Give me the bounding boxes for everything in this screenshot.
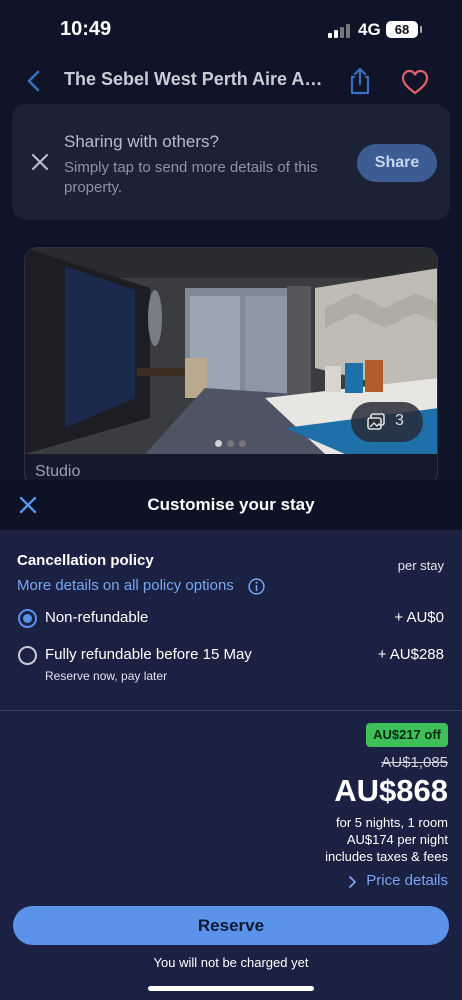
discount-badge: AU$217 off <box>366 723 448 747</box>
customise-header: Customise your stay <box>0 480 462 530</box>
stay-summary: for 5 nights, 1 room <box>336 815 448 830</box>
option-label: Fully refundable before 15 May <box>45 646 252 663</box>
property-title: The Sebel West Perth Aire Apar... <box>64 69 332 89</box>
radio-selected[interactable] <box>18 609 37 628</box>
per-stay-label: per stay <box>397 558 444 573</box>
status-time: 10:49 <box>60 18 112 40</box>
signal-icon <box>328 24 352 38</box>
gallery-icon <box>367 413 385 430</box>
share-button[interactable]: Share <box>357 144 437 182</box>
reserve-button[interactable]: Reserve <box>13 906 449 945</box>
heart-icon[interactable] <box>400 68 430 96</box>
more-details-link[interactable]: More details on all policy options <box>17 577 234 594</box>
customise-title: Customise your stay <box>147 495 315 514</box>
network-label: 4G <box>358 20 381 39</box>
original-price: AU$1,085 <box>381 754 448 771</box>
page-dot <box>227 440 234 447</box>
nightly-price: AU$174 per night <box>346 832 448 847</box>
divider <box>0 710 462 711</box>
share-icon[interactable] <box>346 66 374 96</box>
status-bar: 10:49 4G 68 <box>0 0 462 56</box>
share-prompt-card: Sharing with others? Simply tap to send … <box>12 104 450 220</box>
radio-unselected[interactable] <box>18 646 37 665</box>
info-icon[interactable] <box>248 578 265 595</box>
option-sublabel: Reserve now, pay later <box>45 669 168 683</box>
page-dot-active <box>215 440 222 447</box>
customise-panel: Cancellation policy per stay More detail… <box>0 530 462 1000</box>
taxes-note: includes taxes & fees <box>325 849 448 864</box>
chevron-right-icon[interactable] <box>348 875 358 889</box>
chevron-left-icon[interactable] <box>22 68 48 94</box>
home-indicator <box>148 986 314 991</box>
price-details-link[interactable]: Price details <box>366 872 448 889</box>
not-charged-note: You will not be charged yet <box>153 955 309 970</box>
photo-count-badge[interactable]: 3 <box>351 402 423 442</box>
close-icon[interactable] <box>30 152 50 172</box>
room-name: Studio <box>35 463 81 480</box>
share-prompt-body: Simply tap to send more details of this … <box>64 159 318 196</box>
option-price: + AU$0 <box>394 609 444 626</box>
option-non-refundable[interactable]: Non-refundable + AU$0 <box>0 609 462 645</box>
photo-pagination <box>215 434 251 452</box>
page-dot <box>239 440 246 447</box>
photo-count: 3 <box>395 412 404 429</box>
top-nav-bar: The Sebel West Perth Aire Apar... <box>0 56 462 106</box>
option-label: Non-refundable <box>45 609 149 626</box>
share-prompt-title: Sharing with others? <box>64 132 219 151</box>
room-card[interactable]: 3 Studio <box>24 247 438 487</box>
cancellation-policy-title: Cancellation policy <box>17 552 154 569</box>
battery-icon: 68 <box>386 21 422 38</box>
total-price: AU$868 <box>334 773 448 808</box>
option-fully-refundable[interactable]: Fully refundable before 15 May Reserve n… <box>0 646 462 686</box>
option-price: + AU$288 <box>377 646 444 663</box>
